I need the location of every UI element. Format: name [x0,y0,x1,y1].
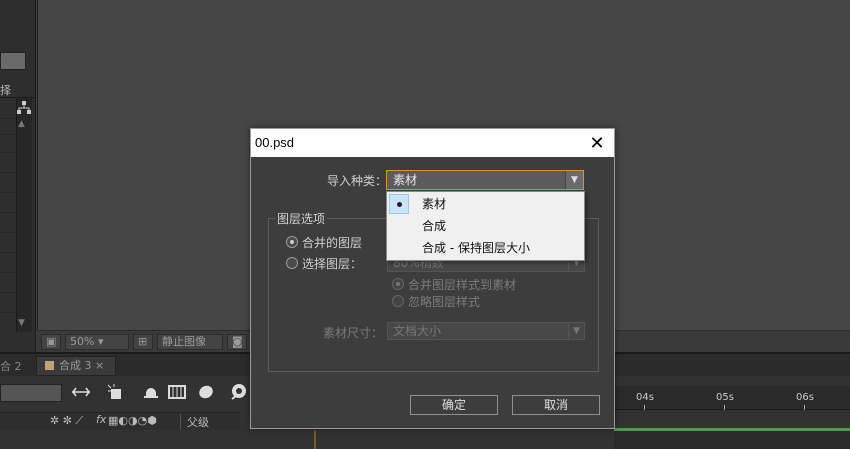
time-ruler[interactable]: 04s 05s 06s [614,386,850,410]
choose-layer-radio[interactable] [286,257,298,269]
list-row-divider [0,152,16,153]
ruler-tick [804,405,805,410]
ignore-styles-radio[interactable] [392,295,404,307]
still-image-button[interactable]: 静止图像 [157,334,223,350]
project-search-field[interactable] [0,52,26,70]
layer-options-title: 图层选项 [275,210,328,227]
psd-import-dialog: 00.psd ✕ 导入种类： 素材 ▼ 图层选项 合并的图层 选择图层： 80%… [250,128,615,429]
merge-styles-radio[interactable] [392,278,404,290]
list-row-divider [0,172,16,173]
snapshot-icon[interactable]: ▣ [41,334,61,350]
timeline-search-input[interactable] [0,384,62,402]
zoom-select[interactable]: 50% ▾ [65,334,129,350]
list-row-divider [0,312,16,313]
column-header-label: 择 [0,84,11,97]
project-scrollbar[interactable] [16,98,32,332]
selected-dot-icon [389,194,409,214]
ruler-tick [644,405,645,410]
scroll-down-arrow-icon[interactable]: ▼ [18,318,25,328]
tab-composition[interactable]: 合成 3 × [36,356,116,376]
graph-editor-icon[interactable] [228,381,250,403]
shy-layers-icon[interactable] [140,381,162,403]
tab-label: 合成 3 [59,359,92,372]
zoom-value: 50% [70,335,95,348]
layer-switches-header: ✲ ✼ ⟋ fx ▦◐◑◔⬢ 父级 [0,412,240,430]
import-kind-dropdown-list: 素材 合成 合成 - 保持图层大小 [386,191,585,261]
switch-icons-2: ▦◐◑◔⬢ [108,414,157,427]
project-column-header: 择 [0,80,36,98]
parent-column-label: 父级 [180,414,209,430]
list-row-divider [0,192,16,193]
chevron-down-icon[interactable]: ▼ [565,171,583,189]
merged-layers-radio[interactable] [286,236,298,248]
dialog-title: 00.psd [255,135,295,150]
fx-label: fx [96,413,107,426]
list-row-divider [0,212,16,213]
dropdown-option-footage[interactable]: 素材 [387,193,584,215]
list-row-divider [0,232,16,233]
choose-layer-label[interactable]: 选择图层： [302,255,362,272]
layer-track-area [614,431,850,449]
ruler-label: 05s [716,392,734,403]
merged-layers-label[interactable]: 合并的图层 [302,234,362,251]
option-label: 合成 [422,219,447,233]
camera-icon[interactable]: ◙ [227,334,247,350]
footage-size-select[interactable]: 文档大小 ▼ [387,322,585,340]
merge-styles-label[interactable]: 合并图层样式到素材 [408,276,516,293]
close-icon[interactable]: ✕ [586,132,608,154]
scroll-up-arrow-icon[interactable]: ▲ [18,119,25,129]
footage-size-label: 素材尺寸： [323,326,384,340]
switch-icons: ✲ ✼ ⟋ [50,414,84,427]
frame-blending-icon[interactable] [166,381,188,403]
dropdown-option-composition-retain-layer-sizes[interactable]: 合成 - 保持图层大小 [387,237,584,259]
import-kind-label: 导入种类： [327,174,388,188]
playhead-marker[interactable] [314,430,316,449]
tab-render-queue[interactable]: 合 2 [0,358,22,374]
import-kind-value: 素材 [393,173,418,187]
region-icon[interactable]: ⊞ [133,334,153,350]
ruler-label: 04s [636,392,654,403]
option-label: 合成 - 保持图层大小 [422,241,530,255]
dialog-title-bar: 00.psd ✕ [251,129,614,157]
ok-button[interactable]: 确定 [410,395,498,415]
tab-close-icon[interactable]: × [95,359,104,372]
still-image-label: 静止图像 [162,335,206,348]
draft-3d-icon[interactable] [104,381,126,403]
option-label: 素材 [422,197,447,211]
chevron-down-icon: ▼ [568,323,584,339]
list-row-divider [0,252,16,253]
ruler-tick [724,405,725,410]
timeline-toolbar [70,381,250,405]
import-kind-select[interactable]: 素材 ▼ [386,170,584,190]
dropdown-option-composition[interactable]: 合成 [387,215,584,237]
footage-size-value: 文档大小 [393,324,442,338]
composition-icon [45,361,54,370]
list-row-divider [0,272,16,273]
motion-blur-icon[interactable] [194,381,216,403]
cancel-button[interactable]: 取消 [512,395,600,415]
list-row-divider [0,118,16,119]
list-row-divider [0,134,16,135]
list-row-divider [0,292,16,293]
ignore-styles-label[interactable]: 忽略图层样式 [408,293,480,310]
hierarchy-icon[interactable] [17,101,31,115]
ruler-label: 06s [796,392,814,403]
comp-mini-flowchart-icon[interactable] [70,381,92,403]
